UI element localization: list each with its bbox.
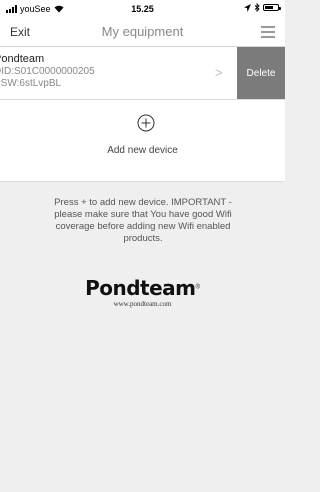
status-time: 15.25 xyxy=(131,4,154,14)
page-title: My equipment xyxy=(101,24,184,39)
add-device-label: Add new device xyxy=(107,145,178,156)
nav-bar: Exit My equipment xyxy=(0,18,285,47)
device-info: Pondteam DID:S01C0000000205 PSW:6stLvpBL xyxy=(0,53,224,90)
location-arrow-icon xyxy=(244,3,251,12)
bluetooth-icon xyxy=(254,3,260,12)
hamburger-menu-icon[interactable] xyxy=(261,26,275,38)
info-text: Press + to add new device. IMPORTANT - p… xyxy=(54,197,232,244)
logo-wordmark: Pondteam® xyxy=(0,276,285,300)
chevron-right-icon: > xyxy=(215,65,223,80)
app-screen: youSee 15.25 Exit My equipment Po xyxy=(0,0,285,492)
battery-icon xyxy=(263,4,281,11)
device-list-item[interactable]: Pondteam DID:S01C0000000205 PSW:6stLvpBL… xyxy=(0,47,285,100)
status-right xyxy=(244,3,281,12)
device-name: Pondteam xyxy=(0,53,45,65)
pondteam-logo: Pondteam® www.pondteam.com xyxy=(0,276,285,308)
logo-url: www.pondteam.com xyxy=(113,300,172,308)
status-bar: youSee 15.25 xyxy=(0,0,285,18)
plus-circle-icon[interactable] xyxy=(137,114,155,132)
add-device-button[interactable]: Add new device xyxy=(0,100,285,182)
device-password: PSW:6stLvpBL xyxy=(0,78,62,89)
logo-word: Pondteam xyxy=(85,276,196,300)
battery-level xyxy=(265,6,273,9)
device-id: DID:S01C0000000205 xyxy=(0,66,95,77)
logo-trademark: ® xyxy=(195,284,200,291)
delete-button[interactable]: Delete xyxy=(237,47,285,99)
